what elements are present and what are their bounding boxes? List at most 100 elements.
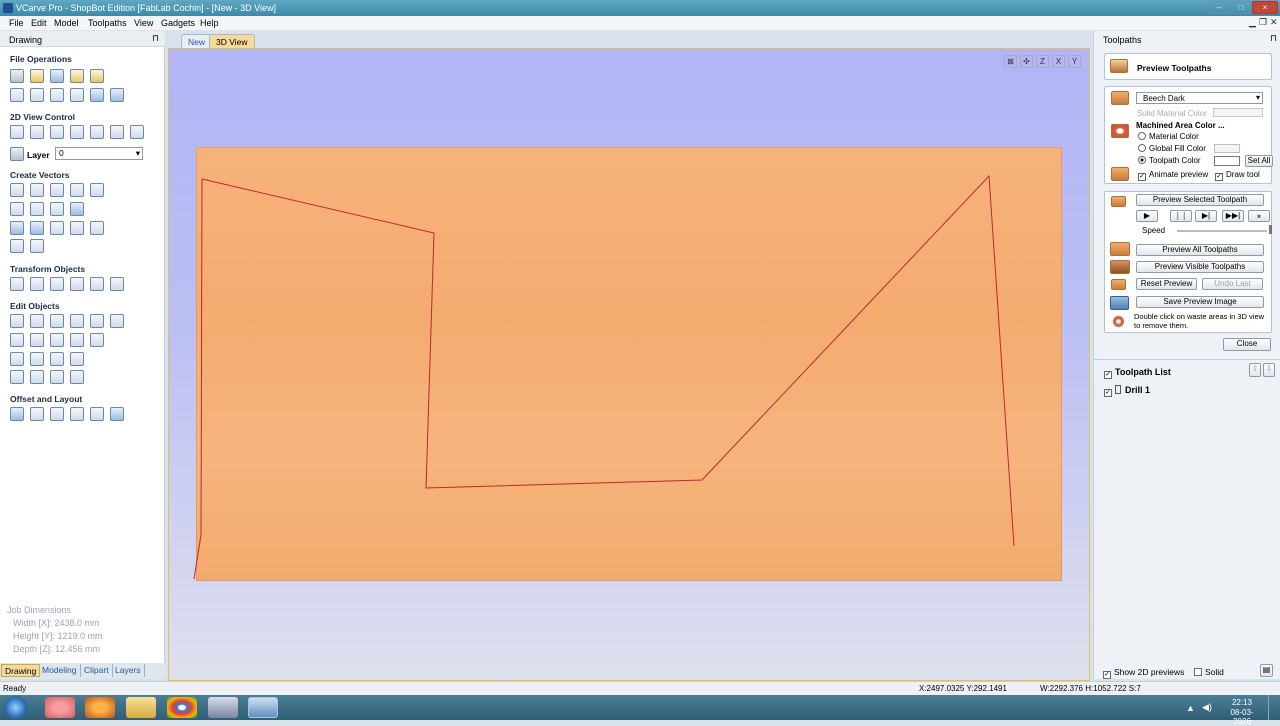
mirror-icon[interactable]	[70, 277, 84, 291]
copy-icon[interactable]	[50, 88, 64, 102]
preview-visible-button[interactable]: Preview Visible Toolpaths	[1136, 261, 1264, 273]
array-copy-icon[interactable]	[30, 407, 44, 421]
pan-icon[interactable]	[10, 125, 24, 139]
intersect-icon[interactable]	[50, 333, 64, 347]
pin-icon[interactable]: ⊓	[152, 33, 159, 44]
ungroup-icon[interactable]	[90, 314, 104, 328]
material-dropdown[interactable]: Beech Dark ▾	[1136, 92, 1263, 104]
smooth-icon[interactable]	[10, 370, 24, 384]
step-icon[interactable]: ▶|	[1195, 210, 1217, 222]
import-icon[interactable]	[70, 69, 84, 83]
zoom-width-icon[interactable]	[110, 125, 124, 139]
app-tools-icon[interactable]	[45, 697, 75, 718]
list-options-icon[interactable]: ▤	[1260, 664, 1273, 677]
minimize-button[interactable]: –	[1208, 1, 1230, 14]
paste-icon[interactable]	[70, 88, 84, 102]
skip-end-icon[interactable]: ▶▶|	[1222, 210, 1244, 222]
interactive-transform-icon[interactable]	[50, 314, 64, 328]
tray-arrow-icon[interactable]: ▲	[1186, 703, 1195, 713]
zoom-extents-view-icon[interactable]: ⊠	[1004, 55, 1017, 68]
material-color-radio[interactable]: Material Color	[1138, 132, 1199, 141]
zoom-selected-icon[interactable]	[130, 125, 144, 139]
preview-all-button[interactable]: Preview All Toolpaths	[1136, 244, 1264, 256]
pause-icon[interactable]: ❙❙	[1170, 210, 1192, 222]
tab-icon[interactable]	[30, 370, 44, 384]
preview-selected-button[interactable]: Preview Selected Toolpath	[1136, 194, 1264, 206]
menu-file[interactable]: File	[9, 18, 24, 28]
size-icon[interactable]	[90, 277, 104, 291]
redo-icon[interactable]	[110, 88, 124, 102]
move-icon[interactable]	[10, 277, 24, 291]
trim-icon[interactable]	[70, 333, 84, 347]
volume-icon[interactable]: ◀)	[1202, 702, 1212, 713]
draw-tool-icon[interactable]	[10, 239, 24, 253]
circle-icon[interactable]	[10, 183, 24, 197]
text-icon[interactable]	[10, 221, 24, 235]
toolpath-color-picker[interactable]	[1214, 156, 1240, 166]
file-explorer-icon[interactable]	[126, 697, 156, 718]
firefox-icon[interactable]	[85, 697, 115, 718]
menu-view[interactable]: View	[134, 18, 153, 28]
close-vector-icon[interactable]	[70, 352, 84, 366]
circular-array-icon[interactable]	[50, 407, 64, 421]
speed-slider[interactable]	[1177, 230, 1267, 232]
polyline-icon[interactable]	[10, 202, 24, 216]
tab-clipart[interactable]: Clipart	[81, 664, 113, 677]
chrome-icon[interactable]	[167, 697, 197, 718]
save-icon[interactable]	[50, 69, 64, 83]
menu-edit[interactable]: Edit	[31, 18, 47, 28]
side-view-icon[interactable]: Y	[1068, 55, 1081, 68]
show-2d-previews-checkbox[interactable]: ✓ Show 2D previews	[1103, 667, 1184, 679]
front-view-icon[interactable]: X	[1052, 55, 1065, 68]
solid-checkbox[interactable]: Solid	[1194, 667, 1224, 677]
zoom-extents-icon[interactable]	[50, 125, 64, 139]
close-panel-button[interactable]: Close	[1223, 338, 1271, 351]
menu-gadgets[interactable]: Gadgets	[161, 18, 195, 28]
material-block[interactable]	[196, 147, 1062, 581]
draw-tool-checkbox[interactable]: ✓ Draw tool	[1215, 170, 1260, 181]
move-up-icon[interactable]: ⇧	[1249, 363, 1261, 377]
inner-minimize-icon[interactable]: ▁	[1249, 17, 1256, 28]
spiral-icon[interactable]	[70, 202, 84, 216]
save-preview-image-button[interactable]: Save Preview Image	[1136, 296, 1264, 308]
menu-help[interactable]: Help	[200, 18, 219, 28]
zoom-box-icon[interactable]	[70, 125, 84, 139]
group-icon[interactable]	[70, 314, 84, 328]
spline-icon[interactable]	[70, 370, 84, 384]
job-setup-icon[interactable]	[10, 88, 24, 102]
layer-dropdown[interactable]: 0 ▾	[55, 147, 143, 160]
global-fill-color-radio[interactable]: Global Fill Color	[1138, 144, 1206, 153]
animate-preview-checkbox[interactable]: ✓ Animate preview	[1138, 170, 1208, 181]
zoom-page-icon[interactable]	[90, 125, 104, 139]
weld-icon[interactable]	[110, 314, 124, 328]
undo-icon[interactable]	[90, 88, 104, 102]
lead-in-icon[interactable]	[50, 370, 64, 384]
subtract-icon[interactable]	[30, 333, 44, 347]
vcarve-job-icon[interactable]	[208, 697, 238, 718]
dimension-icon[interactable]	[90, 221, 104, 235]
close-button[interactable]: ×	[1252, 1, 1278, 14]
curve-icon[interactable]	[50, 202, 64, 216]
show-desktop-button[interactable]	[1268, 695, 1280, 720]
menu-toolpaths[interactable]: Toolpaths	[88, 18, 127, 28]
menu-model[interactable]: Model	[54, 18, 79, 28]
tab-drawing[interactable]: Drawing	[1, 664, 41, 677]
toolpath-color-radio[interactable]: Toolpath Color	[1138, 156, 1201, 165]
import-bitmap-icon[interactable]	[90, 69, 104, 83]
global-fill-color-picker[interactable]	[1214, 144, 1240, 153]
text-on-curve-icon[interactable]	[30, 221, 44, 235]
move-down-icon[interactable]: ⇩	[1263, 363, 1275, 377]
set-all-button[interactable]: Set All	[1245, 155, 1273, 167]
measure-icon[interactable]	[30, 239, 44, 253]
select-icon[interactable]	[10, 314, 24, 328]
solid-color-picker[interactable]	[1213, 108, 1263, 117]
reset-preview-button[interactable]: Reset Preview	[1136, 278, 1197, 290]
zoom-tool-icon[interactable]: ⌅	[1248, 210, 1270, 222]
play-icon[interactable]: ▶	[1136, 210, 1158, 222]
new-file-icon[interactable]	[10, 69, 24, 83]
tab-new[interactable]: New	[181, 34, 213, 48]
polygon-icon[interactable]	[70, 183, 84, 197]
offset-icon[interactable]	[10, 407, 24, 421]
cut-icon[interactable]	[30, 88, 44, 102]
inner-close-icon[interactable]: ✕	[1270, 17, 1278, 28]
